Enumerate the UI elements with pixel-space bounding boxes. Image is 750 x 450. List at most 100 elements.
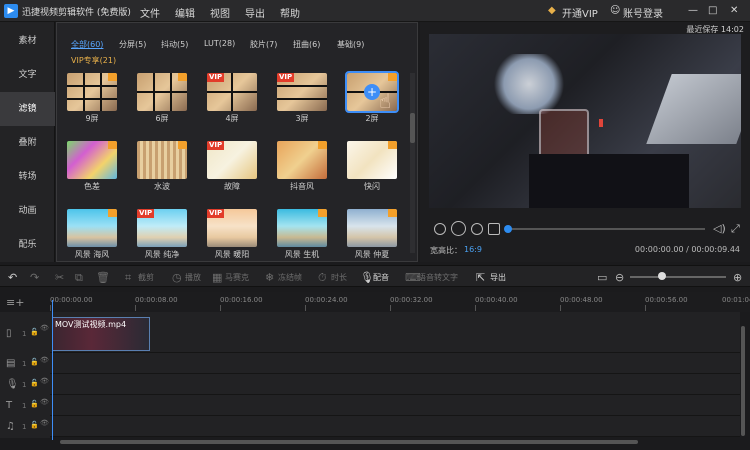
tool-crop[interactable]: 截剪 — [138, 272, 154, 283]
mic-icon[interactable]: 🎙 — [360, 271, 374, 284]
filter-thumb-3screen[interactable]: VIP — [277, 73, 327, 111]
undo-icon[interactable]: ↶ — [8, 271, 17, 284]
filter-thumb-warm-sun[interactable]: VIP — [207, 209, 257, 247]
prev-frame-button[interactable] — [434, 223, 446, 235]
minimize-icon[interactable]: — — [688, 5, 698, 16]
copy-icon[interactable]: ⧉ — [75, 271, 83, 285]
maximize-icon[interactable]: □ — [708, 5, 717, 16]
duration-icon[interactable]: ⏱ — [318, 271, 327, 285]
fullscreen-icon[interactable]: ⤢ — [731, 222, 740, 236]
tab-film[interactable]: 胶片(7) — [250, 39, 277, 50]
add-filter-icon[interactable]: + — [364, 84, 380, 100]
tool-speech-to-text[interactable]: 语音转文字 — [418, 272, 458, 283]
mosaic-icon[interactable]: ▦ — [212, 271, 222, 284]
tool-play[interactable]: 播放 — [185, 272, 201, 283]
download-icon — [388, 209, 397, 217]
export-icon[interactable]: ⇱ — [476, 271, 485, 284]
next-frame-button[interactable] — [471, 223, 483, 235]
stop-button[interactable] — [488, 223, 500, 235]
tab-lut[interactable]: LUT(28) — [204, 39, 235, 48]
eye-icon[interactable]: 👁 — [40, 377, 49, 385]
tool-voiceover[interactable]: 配音 — [373, 272, 389, 283]
crop-icon[interactable]: ⌗ — [125, 271, 131, 285]
filter-label: 抖音风 — [290, 182, 314, 191]
zoom-slider[interactable] — [630, 276, 726, 278]
filter-thumb-4screen[interactable]: VIP — [207, 73, 257, 111]
lock-icon[interactable]: 🔓 — [30, 379, 39, 387]
voiceover-track[interactable] — [50, 374, 740, 395]
timeline-hscroll[interactable] — [60, 440, 638, 444]
timeline-ruler[interactable]: 00:00:00.00 00:00:08.00 00:00:16.00 00:0… — [50, 292, 750, 312]
nav-overlay[interactable]: 叠附 — [0, 126, 55, 160]
eye-icon[interactable]: 👁 — [40, 324, 49, 332]
nav-text[interactable]: 文字 — [0, 58, 55, 92]
eye-icon[interactable]: 👁 — [40, 356, 49, 364]
tool-freeze[interactable]: 冻结帧 — [278, 272, 302, 283]
redo-icon[interactable]: ↷ — [30, 271, 39, 284]
filter-label: 风景 纯净 — [144, 250, 180, 259]
filter-thumb-chromatic[interactable] — [67, 141, 117, 179]
tab-shake[interactable]: 抖动(5) — [161, 39, 188, 50]
play-button[interactable] — [451, 221, 466, 236]
filter-thumb-pure[interactable]: VIP — [137, 209, 187, 247]
filter-thumb-midsummer[interactable] — [347, 209, 397, 247]
filter-thumb-ripple[interactable] — [137, 141, 187, 179]
menu-help[interactable]: 帮助 — [280, 5, 300, 20]
login-button[interactable]: 账号登录 — [623, 5, 663, 20]
filter-thumb-6screen[interactable] — [137, 73, 187, 111]
video-track[interactable] — [50, 312, 740, 353]
lock-icon[interactable]: 🔓 — [30, 400, 39, 408]
freeze-icon[interactable]: ❄ — [265, 271, 274, 284]
tool-mosaic[interactable]: 马赛克 — [225, 272, 249, 283]
split-icon[interactable]: ✂ — [55, 271, 64, 284]
tab-all[interactable]: 全部(60) — [71, 39, 103, 50]
tool-export[interactable]: 导出 — [490, 272, 506, 283]
delete-icon[interactable]: 🗑 — [96, 271, 110, 284]
filter-thumb-9screen[interactable] — [67, 73, 117, 111]
text-track[interactable] — [50, 395, 740, 416]
eye-icon[interactable]: 👁 — [40, 419, 49, 427]
volume-icon[interactable]: ◁) — [713, 222, 726, 235]
filter-thumb-vitality[interactable] — [277, 209, 327, 247]
playback-progress[interactable] — [505, 228, 705, 230]
filter-thumb-sea-breeze[interactable] — [67, 209, 117, 247]
add-track-icon[interactable]: ≡+ — [6, 296, 24, 309]
nav-transition[interactable]: 转场 — [0, 160, 55, 194]
speed-icon[interactable]: ◷ — [172, 271, 182, 284]
filter-thumb-flash[interactable] — [347, 141, 397, 179]
aspect-ratio-value[interactable]: 16:9 — [464, 245, 482, 254]
tab-distort[interactable]: 扭曲(6) — [293, 39, 320, 50]
nav-filter[interactable]: 滤镜 — [0, 92, 55, 126]
vip-button[interactable]: 开通VIP — [562, 5, 598, 20]
video-clip[interactable]: MOV测试视频.mp4 — [52, 317, 150, 351]
overlay-track[interactable] — [50, 353, 740, 374]
music-track[interactable] — [50, 416, 740, 437]
tab-basic[interactable]: 基础(9) — [337, 39, 364, 50]
lock-icon[interactable]: 🔓 — [30, 358, 39, 366]
filter-scrollbar[interactable] — [410, 73, 415, 253]
playhead[interactable] — [52, 300, 53, 440]
menu-view[interactable]: 视图 — [210, 5, 230, 20]
menu-export[interactable]: 导出 — [245, 5, 265, 20]
tool-duration[interactable]: 时长 — [331, 272, 347, 283]
video-preview[interactable] — [429, 34, 741, 208]
zoom-in-icon[interactable]: ⊕ — [733, 271, 742, 284]
eye-icon[interactable]: 👁 — [40, 398, 49, 406]
filter-scroll-thumb[interactable] — [410, 113, 415, 143]
lock-icon[interactable]: 🔓 — [30, 421, 39, 429]
progress-knob[interactable] — [504, 225, 512, 233]
menu-edit[interactable]: 编辑 — [175, 5, 195, 20]
lock-icon[interactable]: 🔓 — [30, 328, 39, 336]
tab-split[interactable]: 分屏(5) — [119, 39, 146, 50]
close-icon[interactable]: ✕ — [730, 5, 738, 16]
menu-file[interactable]: 文件 — [140, 5, 160, 20]
fit-timeline-icon[interactable]: ▭ — [597, 271, 607, 284]
zoom-knob[interactable] — [658, 272, 666, 280]
timeline-vscroll[interactable] — [741, 326, 745, 436]
filter-thumb-douyin[interactable] — [277, 141, 327, 179]
zoom-out-icon[interactable]: ⊖ — [615, 271, 624, 284]
nav-music[interactable]: 配乐 — [0, 228, 55, 262]
filter-thumb-glitch[interactable]: VIP — [207, 141, 257, 179]
nav-material[interactable]: 素材 — [0, 24, 55, 58]
nav-animation[interactable]: 动画 — [0, 194, 55, 228]
